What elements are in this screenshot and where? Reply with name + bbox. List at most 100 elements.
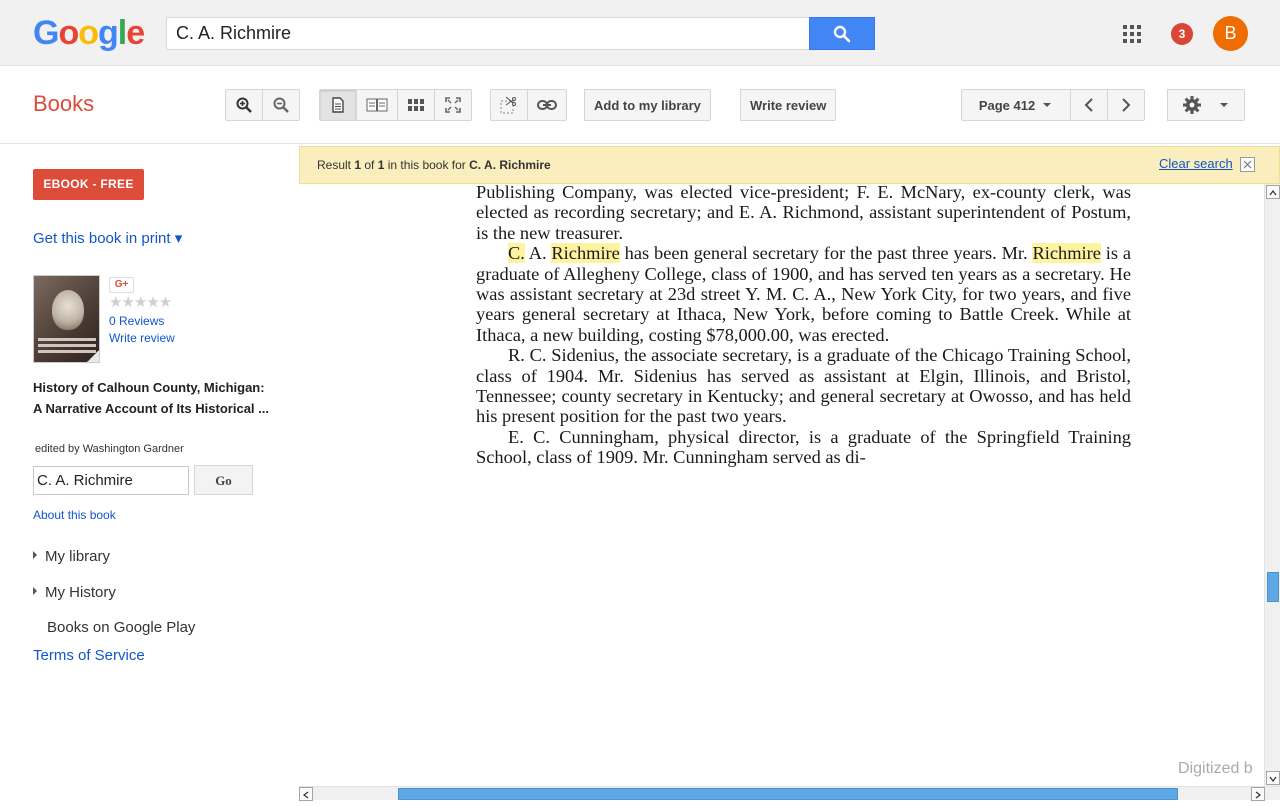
scroll-down-button[interactable] [1266,771,1280,785]
arrow-left-icon [303,791,309,799]
two-page-view-button[interactable] [356,89,398,121]
page-label: Page 412 [978,97,1036,113]
review-group: Write review [740,89,837,121]
horizontal-scrollbar[interactable] [299,786,1280,801]
search-input[interactable]: C. A. Richmire [166,17,810,50]
library-group: Add to my library [584,89,711,121]
scanned-page-text: Publishing Company, was elected vice-pre… [476,184,1131,468]
link-icon [537,100,557,110]
scroll-right-button[interactable] [1251,787,1265,801]
zoom-out-button[interactable] [262,89,300,121]
chevron-left-icon [1084,98,1093,112]
my-history-label: My History [45,584,116,601]
thumbnail-view-button[interactable] [397,89,435,121]
write-review-button[interactable]: Write review [740,89,837,121]
book-page-viewer[interactable]: Publishing Company, was elected vice-pre… [299,184,1264,786]
portrait-image [52,290,84,330]
books-section-title[interactable]: Books [33,91,94,117]
book-title: History of Calhoun County, Michigan: A N… [33,380,269,416]
close-icon [1243,160,1252,169]
my-history-item[interactable]: My History [33,584,116,601]
link-button[interactable] [527,89,567,121]
page-paragraph: Publishing Company, was elected vice-pre… [476,184,1131,243]
google-logo[interactable]: Google [33,14,145,53]
caret-down-icon [1043,103,1052,107]
digitized-by-watermark: Digitized b [1178,760,1253,777]
ebook-free-button[interactable]: EBOOK - FREE [33,169,144,200]
next-page-button[interactable] [1107,89,1145,121]
zoom-out-icon [273,97,289,113]
apps-grid-icon[interactable] [1123,25,1141,43]
clip-button[interactable] [490,89,528,121]
search-icon [833,25,851,42]
search-result-banner: Result 1 of 1 in this book for C. A. Ric… [299,146,1280,184]
terms-of-service-link[interactable]: Terms of Service [33,647,145,664]
book-editor: edited by Washington Gardner [35,443,184,455]
cover-caption-lines [38,338,96,341]
books-toolbar: Books Add to my library Write review Pag… [0,66,1280,144]
rating-stars[interactable]: ★★★★★ [109,293,172,311]
grid-view-icon [408,99,424,111]
add-to-library-button[interactable]: Add to my library [584,89,711,121]
page-nav-group: Page 412 [961,89,1145,121]
search-highlight: C. [508,243,525,264]
two-page-icon [366,98,388,112]
single-page-icon [332,97,344,113]
top-bar: Google C. A. Richmire 3 B [0,0,1280,66]
zoom-in-button[interactable] [225,89,263,121]
get-book-in-print-link[interactable]: Get this book in print ▾ [33,229,182,247]
scissors-icon [500,96,516,114]
chevron-right-icon [1122,98,1131,112]
vertical-scrollbar[interactable] [1264,184,1280,786]
arrow-right-icon [1255,791,1261,799]
page-paragraph: R. C. Sidenius, the associate secretary,… [476,345,1131,427]
books-on-google-play-link[interactable]: Books on Google Play [47,619,195,636]
settings-group [1167,89,1245,121]
horizontal-scroll-thumb[interactable] [398,788,1178,800]
my-library-item[interactable]: My library [33,548,110,565]
settings-dropdown-button[interactable] [1167,89,1245,121]
go-button[interactable]: Go [194,465,253,495]
reviews-count-link[interactable]: 0 Reviews [109,314,164,328]
page-paragraph: E. C. Cunningham, physical director, is … [476,426,1131,468]
caret-down-icon [1220,103,1228,107]
expand-triangle-icon [33,587,37,595]
fullscreen-button[interactable] [434,89,472,121]
google-plus-button[interactable]: G+ [109,277,134,293]
page-select-dropdown[interactable]: Page 412 [961,89,1071,121]
arrow-down-icon [1269,776,1277,782]
scroll-up-button[interactable] [1266,185,1280,199]
scroll-left-button[interactable] [299,787,313,801]
fullscreen-icon [445,97,461,113]
search-highlight: Richmire [1032,243,1101,264]
zoom-in-icon [236,97,252,113]
logo-letter: g [98,14,119,52]
view-mode-group [319,89,472,121]
logo-letter: o [58,14,79,52]
logo-letter: o [78,14,99,52]
previous-page-button[interactable] [1070,89,1108,121]
vertical-scroll-thumb[interactable] [1267,572,1279,602]
book-cover-thumbnail[interactable] [33,275,100,363]
arrow-up-icon [1269,190,1277,196]
account-avatar[interactable]: B [1213,16,1248,51]
single-page-view-button[interactable] [319,89,357,121]
expand-triangle-icon [33,551,37,559]
clip-link-group [490,89,567,121]
search-button[interactable] [809,17,875,50]
zoom-group [225,89,300,121]
gear-icon [1183,96,1201,114]
about-this-book-link[interactable]: About this book [33,508,116,522]
page-paragraph-richmire: C. A. Richmire has been general secretar… [476,243,1132,345]
write-review-link[interactable]: Write review [109,331,175,345]
book-sidebar: EBOOK - FREE Get this book in print ▾ G+… [0,145,298,800]
close-banner-button[interactable] [1240,157,1255,172]
result-message: Result 1 of 1 in this book for C. A. Ric… [317,158,551,172]
my-library-label: My library [45,548,111,565]
notifications-badge[interactable]: 3 [1171,23,1193,45]
search-in-book-input[interactable]: C. A. Richmire [33,466,189,495]
page-curl [86,349,99,362]
logo-letter: G [33,14,59,52]
clear-search-link[interactable]: Clear search [1159,156,1233,171]
logo-letter: l [117,14,128,52]
